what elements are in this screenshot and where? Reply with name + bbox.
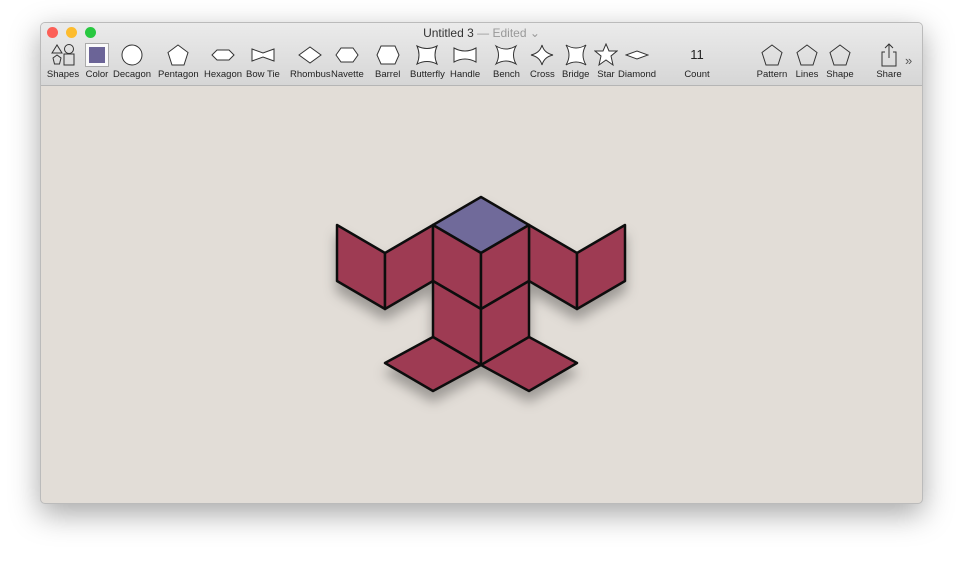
rhombus-icon <box>298 46 323 64</box>
tool-label: Bridge <box>562 69 590 80</box>
pattern-button[interactable]: Pattern <box>754 43 790 80</box>
count-label: Count <box>684 69 710 80</box>
pentagon-icon <box>167 44 189 66</box>
diamond-icon <box>625 50 650 60</box>
lines-label: Lines <box>795 69 819 80</box>
edited-status[interactable]: — Edited ⌄ <box>477 26 540 40</box>
bench-icon <box>495 44 518 66</box>
shape-label: Shape <box>826 69 854 80</box>
app-window: Untitled 3 — Edited ⌄ Shapes Color Decag… <box>40 22 923 504</box>
tool-label: Bow Tie <box>246 69 280 80</box>
tool-label: Navette <box>331 69 364 80</box>
tool-label: Bench <box>493 69 520 80</box>
color-button[interactable]: Color <box>83 43 111 80</box>
bridge-icon <box>565 44 587 66</box>
color-label: Color <box>85 69 109 80</box>
tool-label: Barrel <box>375 69 401 80</box>
pattern-figure[interactable] <box>41 86 922 503</box>
window-title: Untitled 3 — Edited ⌄ <box>41 26 922 40</box>
rhombus-piece[interactable] <box>383 223 435 311</box>
tool-decagon[interactable]: Decagon <box>113 43 151 80</box>
tool-diamond[interactable]: Diamond <box>618 43 656 80</box>
cross-icon <box>531 44 554 66</box>
tool-label: Decagon <box>113 69 152 80</box>
tool-label: Diamond <box>618 69 657 80</box>
butterfly-icon <box>416 44 439 66</box>
toolbar: Untitled 3 — Edited ⌄ Shapes Color Decag… <box>41 23 922 86</box>
tool-label: Cross <box>530 69 555 80</box>
toolbar-overflow-button[interactable]: » <box>905 53 912 68</box>
tool-barrel[interactable]: Barrel <box>375 43 400 80</box>
tool-navette[interactable]: Navette <box>331 43 364 80</box>
pentagon-icon <box>761 44 783 66</box>
tool-bench[interactable]: Bench <box>493 43 520 80</box>
tool-label: Rhombus <box>290 69 331 80</box>
bow-tie-icon <box>251 48 275 62</box>
rhombus-piece[interactable] <box>575 223 627 311</box>
handle-icon <box>453 47 477 63</box>
pentagon-icon <box>796 44 818 66</box>
rhombus-piece[interactable] <box>335 223 387 311</box>
shapes-label: Shapes <box>46 69 80 80</box>
tool-pentagon[interactable]: Pentagon <box>158 43 199 80</box>
tool-label: Hexagon <box>204 69 243 80</box>
navette-icon <box>335 47 359 63</box>
document-title: Untitled 3 <box>423 26 474 40</box>
tool-handle[interactable]: Handle <box>450 43 480 80</box>
tool-hexagon[interactable]: Hexagon <box>204 43 242 80</box>
tool-label: Star <box>597 69 615 80</box>
share-label: Share <box>876 69 902 80</box>
pattern-label: Pattern <box>756 69 788 80</box>
share-icon <box>881 43 897 67</box>
rhombus-piece[interactable] <box>527 223 579 311</box>
tool-butterfly[interactable]: Butterfly <box>410 43 445 80</box>
tool-rhombus[interactable]: Rhombus <box>290 43 331 80</box>
tool-bridge[interactable]: Bridge <box>562 43 589 80</box>
pentagon-icon <box>829 44 851 66</box>
tool-bow-tie[interactable]: Bow Tie <box>246 43 280 80</box>
canvas[interactable] <box>41 86 922 503</box>
color-swatch-icon <box>85 43 109 67</box>
shapes-icon <box>51 44 75 66</box>
tool-label: Handle <box>450 69 481 80</box>
tool-label: Butterfly <box>410 69 445 80</box>
decagon-icon <box>121 44 143 66</box>
tool-label: Pentagon <box>158 69 199 80</box>
star-icon <box>594 43 618 67</box>
tool-star[interactable]: Star <box>594 43 618 80</box>
tool-cross[interactable]: Cross <box>530 43 555 80</box>
barrel-icon <box>376 45 400 65</box>
shape-button[interactable]: Shape <box>824 43 856 80</box>
count-display: 11 Count <box>677 47 717 80</box>
shapes-button[interactable]: Shapes <box>45 43 81 80</box>
lines-button[interactable]: Lines <box>791 43 823 80</box>
hexagon-icon <box>211 49 235 61</box>
share-button[interactable]: Share <box>873 43 905 80</box>
count-value: 11 <box>690 47 704 62</box>
